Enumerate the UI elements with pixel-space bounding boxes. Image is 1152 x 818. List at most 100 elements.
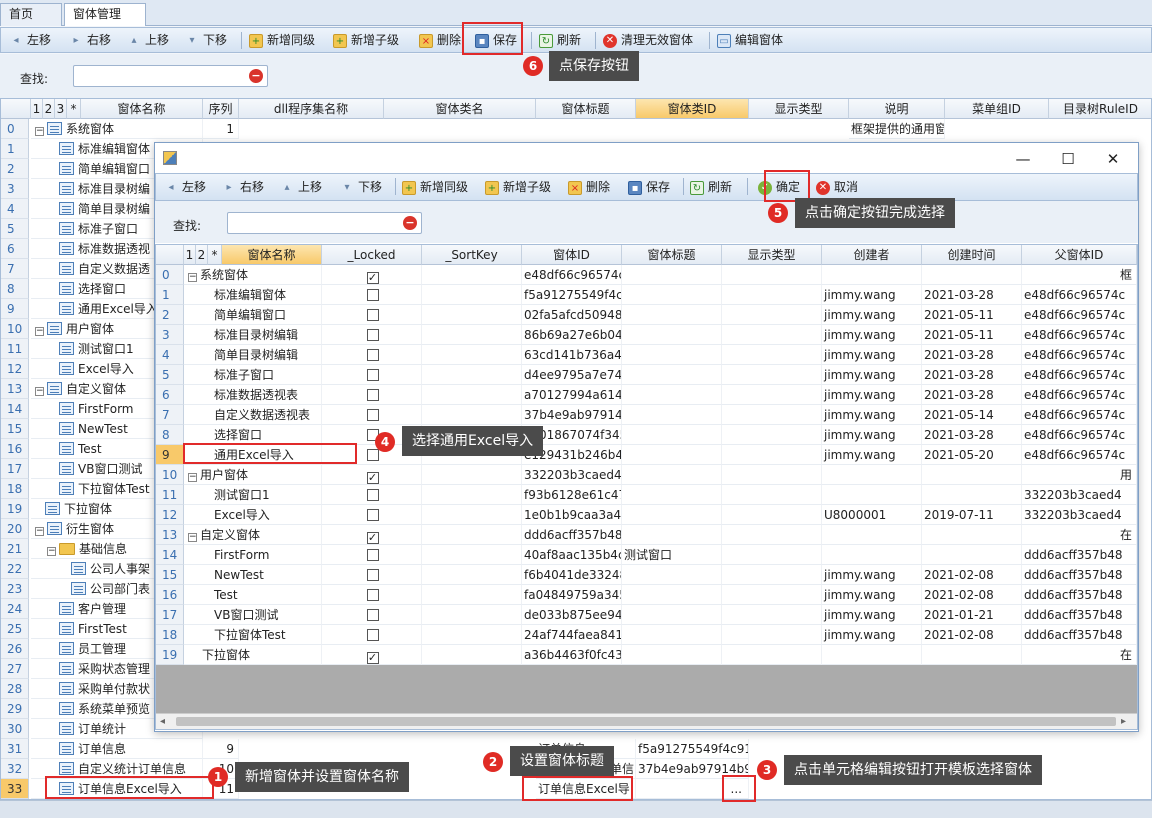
form-id-cell[interactable]: a70127994a614 — [522, 385, 622, 405]
parent-form-id-cell[interactable]: 在 — [1022, 525, 1137, 545]
clean-invalid-forms-button[interactable]: ✕ 清理无效窗体 — [603, 28, 693, 52]
row-number[interactable]: 10 — [1, 319, 29, 339]
unchecked-checkbox[interactable] — [366, 489, 379, 501]
row-number[interactable]: 2 — [156, 305, 184, 325]
tree-cell[interactable]: 自定义数据透视表 — [184, 405, 322, 425]
locked-cell[interactable] — [322, 545, 422, 565]
clear-search-icon[interactable]: − — [403, 216, 417, 230]
sortkey-cell[interactable] — [422, 465, 522, 485]
sortkey-cell[interactable] — [422, 485, 522, 505]
dialog-move-up-button[interactable]: ▴ 上移 — [280, 175, 322, 199]
column-header[interactable]: dll程序集名称 — [239, 99, 384, 119]
form-id-cell[interactable]: 02fa5afcd509488 — [522, 305, 622, 325]
form-title-cell[interactable]: 测试窗口 — [622, 545, 722, 565]
sortkey-cell[interactable] — [422, 345, 522, 365]
checked-checkbox[interactable]: ✓ — [366, 272, 379, 284]
tree-cell[interactable]: 标准数据透视表 — [184, 385, 322, 405]
unchecked-checkbox[interactable] — [366, 409, 379, 421]
column-header[interactable]: 3 — [55, 99, 67, 119]
form-title-cell[interactable] — [622, 485, 722, 505]
column-header[interactable]: 创建时间 — [922, 245, 1022, 265]
expand-toggle-icon[interactable]: − — [188, 273, 197, 282]
locked-cell[interactable]: ✓ — [322, 265, 422, 285]
row-number[interactable]: 8 — [1, 279, 29, 299]
dialog-refresh-button[interactable]: ↻ 刷新 — [690, 175, 732, 199]
row-number[interactable]: 32 — [1, 759, 29, 779]
parent-form-id-cell[interactable]: 用 — [1022, 465, 1137, 485]
sortkey-cell[interactable] — [422, 605, 522, 625]
column-header[interactable]: 目录树RuleID — [1049, 99, 1151, 119]
locked-cell[interactable] — [322, 505, 422, 525]
form-title-cell[interactable] — [622, 505, 722, 525]
unchecked-checkbox[interactable] — [366, 389, 379, 401]
unchecked-checkbox[interactable] — [366, 289, 379, 301]
description-cell[interactable]: 框架提供的通用窗 — [849, 119, 945, 139]
row-number[interactable]: 4 — [1, 199, 29, 219]
creator-cell[interactable]: jimmy.wang — [822, 385, 922, 405]
row-number[interactable]: 15 — [1, 419, 29, 439]
parent-form-id-cell[interactable]: e48df66c96574c — [1022, 445, 1137, 465]
column-header[interactable]: 窗体类ID — [636, 99, 749, 119]
row-number[interactable]: 22 — [1, 559, 29, 579]
column-header[interactable]: 创建者 — [822, 245, 922, 265]
display-type-cell[interactable] — [722, 625, 822, 645]
display-type-cell[interactable] — [722, 325, 822, 345]
unchecked-checkbox[interactable] — [366, 569, 379, 581]
parent-form-id-cell[interactable]: e48df66c96574c — [1022, 385, 1137, 405]
form-title-cell[interactable] — [622, 285, 722, 305]
template-form-grid[interactable]: 1 2 * 窗体名称 _Locked _SortKey 窗体ID 窗体标题 显示类型 创建者 创建时… — [155, 244, 1138, 730]
dialog-move-right-button[interactable]: ▸ 右移 — [222, 175, 264, 199]
form-id-cell[interactable]: 332203b3caed4 — [522, 465, 622, 485]
form-title-cell[interactable] — [622, 405, 722, 425]
sortkey-cell[interactable] — [422, 365, 522, 385]
tree-cell[interactable]: 简单目录树编辑 — [184, 345, 322, 365]
row-number[interactable]: 17 — [1, 459, 29, 479]
form-id-cell[interactable]: 86b69a27e6b04 — [522, 325, 622, 345]
form-id-cell[interactable]: f5a91275549f4c9 — [522, 285, 622, 305]
locked-cell[interactable] — [322, 405, 422, 425]
dialog-search-input[interactable]: − — [227, 212, 422, 234]
display-type-cell[interactable] — [722, 505, 822, 525]
form-title-cell[interactable] — [622, 625, 722, 645]
column-header[interactable]: 说明 — [849, 99, 945, 119]
horizontal-scrollbar[interactable]: ◂ ▸ — [156, 713, 1137, 729]
clear-search-icon[interactable]: − — [249, 69, 263, 83]
form-title-cell[interactable] — [622, 445, 722, 465]
checked-checkbox[interactable]: ✓ — [366, 532, 379, 544]
tree-cell[interactable]: 简单编辑窗口 — [184, 305, 322, 325]
row-number[interactable]: 14 — [1, 399, 29, 419]
column-header[interactable]: 1 — [184, 245, 196, 265]
row-number[interactable]: 23 — [1, 579, 29, 599]
column-header[interactable]: 窗体类名 — [384, 99, 536, 119]
display-type-cell[interactable] — [722, 645, 822, 665]
column-header[interactable]: 2 — [43, 99, 55, 119]
display-type-cell[interactable] — [722, 545, 822, 565]
unchecked-checkbox[interactable] — [366, 589, 379, 601]
row-number[interactable]: 1 — [156, 285, 184, 305]
tree-cell[interactable]: Test — [184, 585, 322, 605]
display-type-cell[interactable] — [722, 565, 822, 585]
creator-cell[interactable] — [822, 645, 922, 665]
parent-form-id-cell[interactable]: 在 — [1022, 645, 1137, 665]
tree-cell[interactable]: 标准目录树编辑 — [184, 325, 322, 345]
create-time-cell[interactable]: 2021-05-14 — [922, 405, 1022, 425]
sortkey-cell[interactable] — [422, 325, 522, 345]
row-number[interactable]: 19 — [156, 645, 184, 665]
tree-cell[interactable]: − 系统窗体 — [184, 265, 322, 285]
parent-form-id-cell[interactable]: e48df66c96574c — [1022, 405, 1137, 425]
row-number[interactable]: 0 — [1, 119, 29, 139]
create-time-cell[interactable]: 2021-03-28 — [922, 285, 1022, 305]
unchecked-checkbox[interactable] — [366, 309, 379, 321]
row-number[interactable]: 20 — [1, 519, 29, 539]
locked-cell[interactable] — [322, 365, 422, 385]
creator-cell[interactable] — [822, 465, 922, 485]
sequence-cell[interactable]: 1 — [203, 119, 239, 139]
form-id-cell[interactable]: 24af744faea841 — [522, 625, 622, 645]
creator-cell[interactable]: U8000001 — [822, 505, 922, 525]
form-title-cell[interactable] — [622, 325, 722, 345]
sortkey-cell[interactable] — [422, 585, 522, 605]
unchecked-checkbox[interactable] — [366, 329, 379, 341]
create-time-cell[interactable]: 2021-02-08 — [922, 565, 1022, 585]
row-number[interactable]: 4 — [156, 345, 184, 365]
form-title-cell[interactable] — [622, 585, 722, 605]
